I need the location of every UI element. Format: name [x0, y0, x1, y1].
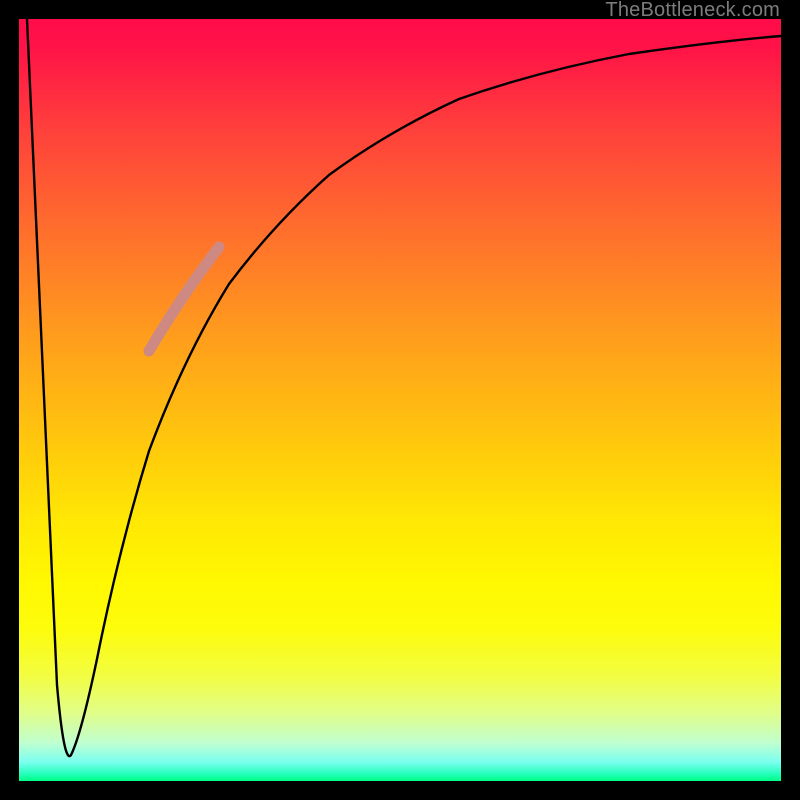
curve-layer: [19, 19, 781, 781]
plot-area: [19, 19, 781, 781]
chart-container: TheBottleneck.com: [0, 0, 800, 800]
bottleneck-curve: [27, 19, 781, 756]
highlight-segment: [149, 247, 219, 351]
